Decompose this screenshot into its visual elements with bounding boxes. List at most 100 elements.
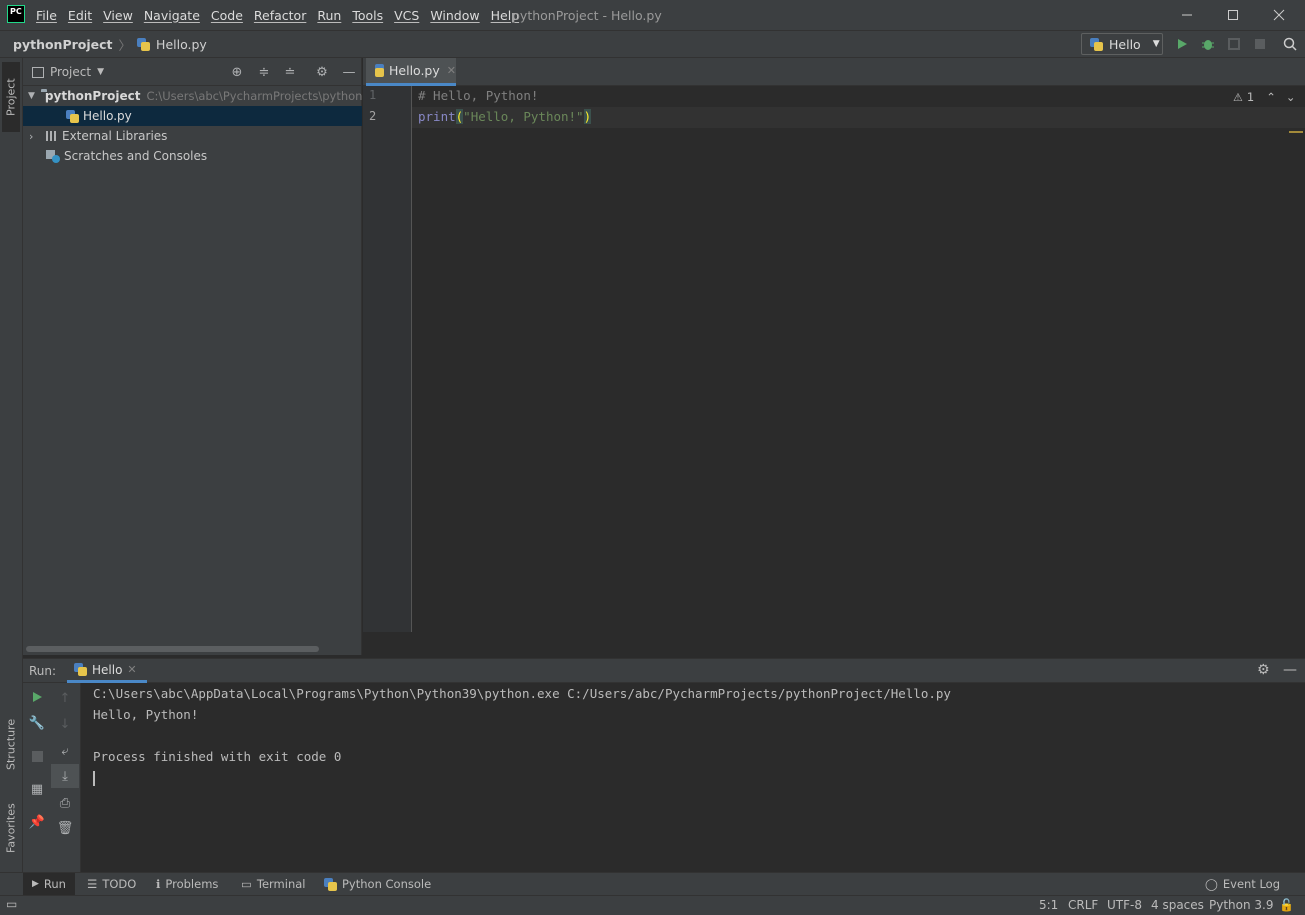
project-tool-tab[interactable]: Project [2,62,20,132]
soft-wrap-button[interactable]: ⤶ [51,739,79,763]
minimize-icon[interactable]: — [1283,662,1297,678]
gear-icon[interactable]: ⚙ [1257,662,1270,678]
run-config-label: Hello [1109,36,1141,52]
breadcrumb-project[interactable]: pythonProject [13,37,113,52]
run-config-select[interactable]: Hello ▼ [1081,33,1163,55]
warning-stripe-marker[interactable] [1289,131,1303,133]
menu-edit[interactable]: Edit [68,8,92,23]
menu-file[interactable]: File [36,8,57,23]
close-tab-icon[interactable]: ✕ [127,663,136,676]
status-line-separator[interactable]: CRLF [1068,898,1098,912]
clear-all-button[interactable]: 🗑 [51,816,79,840]
hide-panel-button[interactable]: — [338,62,360,82]
menu-view[interactable]: View [103,8,133,23]
bottom-tool-bar: ▶ Run ☰ TODO ℹ Problems ▭ Terminal Pytho… [0,872,1305,895]
edit-config-button[interactable]: 🔧 [23,711,51,735]
scroll-to-end-icon: ⤓ [62,768,68,784]
editor-tab-label: Hello.py [389,63,440,78]
run-panel-label: Run: [29,664,57,678]
tree-item-scratches[interactable]: Scratches and Consoles [23,146,362,166]
bottom-tab-todo-label: TODO [102,877,137,891]
restore-layout-button[interactable]: ▦ [23,777,51,801]
menu-code[interactable]: Code [211,8,243,23]
console-exit-message: Process finished with exit code 0 [93,749,342,764]
next-highlight-icon[interactable]: ⌄ [1286,90,1296,104]
scroll-to-end-button[interactable]: ⤓ [51,764,79,788]
run-button[interactable] [1171,31,1193,57]
settings-button[interactable]: ⚙ [311,62,333,82]
bottom-tab-python-console[interactable]: Python Console [324,873,431,895]
debug-button[interactable] [1197,31,1219,57]
status-caret-position[interactable]: 5:1 [1039,898,1058,912]
structure-tool-tab[interactable]: Structure [2,708,20,780]
menu-window[interactable]: Window [430,8,479,23]
menu-tools[interactable]: Tools [352,8,383,23]
stop-button[interactable] [23,744,51,768]
lock-icon[interactable]: 🔓 [1279,898,1294,912]
menu-refactor[interactable]: Refactor [254,8,306,23]
run-tab-hello[interactable]: Hello ✕ [67,659,147,683]
expand-all-button[interactable]: ≑ [253,62,275,82]
bottom-tab-problems[interactable]: ℹ Problems [156,873,218,895]
previous-highlight-icon[interactable]: ⌃ [1266,90,1276,104]
run-panel-header: Run: Hello ✕ ⚙ — [23,659,1305,683]
project-tool-tab-label: Project [4,78,18,116]
locate-file-button[interactable]: ⊕ [226,62,248,82]
code-line-1[interactable]: # Hello, Python! [418,88,538,103]
run-tab-label: Hello [92,662,123,677]
stop-button[interactable] [1249,31,1271,57]
menu-run[interactable]: Run [317,8,341,23]
print-button[interactable]: ⎙ [51,791,79,815]
console-caret[interactable] [93,771,95,786]
search-everywhere-button[interactable] [1279,31,1301,57]
rerun-button[interactable] [23,685,51,709]
toggle-tool-windows-icon[interactable]: ▭ [6,897,17,911]
menu-navigate[interactable]: Navigate [144,8,200,23]
editor-tab-hello-py[interactable]: Hello.py ✕ [366,58,456,86]
bottom-tab-event-log[interactable]: ◯ Event Log [1205,873,1280,895]
code-line-2[interactable]: print("Hello, Python!") [418,109,592,124]
collapse-all-button[interactable]: ≐ [279,62,301,82]
scratches-icon [46,150,60,163]
layout-icon: ▦ [30,781,44,797]
scroll-down-button[interactable]: ↓ [51,712,79,736]
breadcrumb-file[interactable]: Hello.py [156,37,207,52]
close-button[interactable] [1256,0,1302,30]
bottom-tab-terminal[interactable]: ▭ Terminal [241,873,305,895]
warning-count: 1 [1246,90,1255,104]
bottom-tab-run[interactable]: ▶ Run [23,873,75,895]
bottom-tab-terminal-label: Terminal [256,877,306,891]
status-interpreter[interactable]: Python 3.9 [1209,898,1274,912]
tree-item-external-libraries[interactable]: › External Libraries [23,126,362,146]
tree-root-path: C:\Users\abc\PycharmProjects\pythonProje… [146,89,362,103]
scroll-up-button[interactable]: ↑ [51,686,79,710]
menu-bar: File Edit View Navigate Code Refactor Ru… [36,0,519,30]
run-panel: Run: Hello ✕ ⚙ — 🔧 ▦ 📌 ↑ ↓ ⤶ ⤓ ⎙ 🗑 C:\Us… [23,658,1305,872]
status-encoding[interactable]: UTF-8 [1107,898,1142,912]
pycharm-logo-icon: PC [7,5,25,23]
bottom-tab-python-console-label: Python Console [342,877,432,891]
minimize-button[interactable] [1164,0,1210,30]
tree-item-project-root[interactable]: ▼ pythonProject C:\Users\abc\PycharmProj… [23,86,362,106]
terminal-icon: ▭ [241,877,252,891]
status-indent[interactable]: 4 spaces [1151,898,1204,912]
bottom-tab-problems-label: Problems [165,877,219,891]
pin-tab-button[interactable]: 📌 [23,810,51,834]
python-file-icon [66,109,79,123]
horizontal-scrollbar[interactable] [26,646,319,652]
close-tab-icon[interactable]: ✕ [447,64,456,77]
left-tool-strip: Project Structure Favorites [0,58,23,896]
inspection-widget[interactable]: ⚠ 1 ⌃ ⌄ [1233,90,1295,104]
chevron-down-icon: ▼ [97,67,104,77]
favorites-tool-tab[interactable]: Favorites [2,792,20,864]
maximize-button[interactable] [1210,0,1256,30]
coverage-button[interactable] [1223,31,1245,57]
menu-vcs[interactable]: VCS [394,8,419,23]
project-view-selector[interactable]: Project ▼ [32,58,104,86]
tree-item-hello-py[interactable]: Hello.py [23,106,362,126]
bottom-tab-todo[interactable]: ☰ TODO [87,873,136,895]
favorites-tool-tab-label: Favorites [4,803,18,853]
gear-icon: ⚙ [316,64,328,80]
run-toolbar-primary: 🔧 ▦ 📌 [23,683,51,872]
info-icon: ℹ [156,877,161,891]
